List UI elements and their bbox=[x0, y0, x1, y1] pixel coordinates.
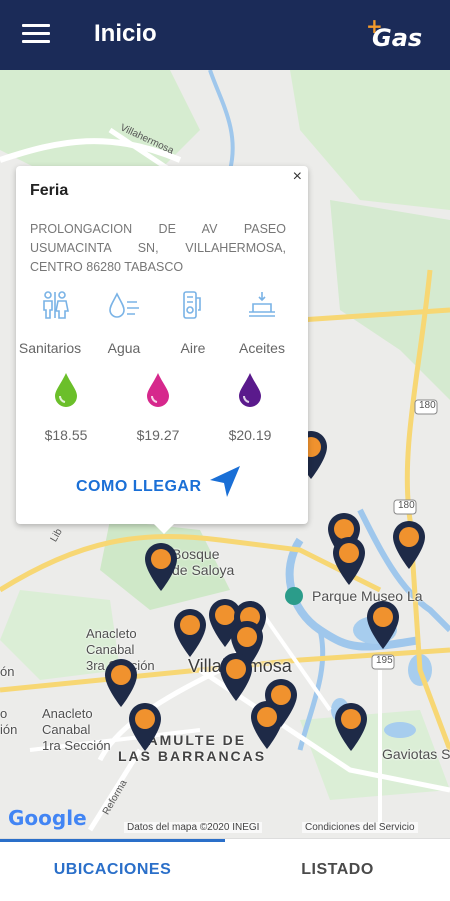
gas-station-pin[interactable] bbox=[173, 608, 207, 658]
map-label-bosque: Bosque de Saloya bbox=[172, 546, 235, 578]
station-name: Feria bbox=[30, 182, 69, 199]
card-pointer bbox=[154, 524, 174, 534]
menu-icon[interactable] bbox=[22, 24, 50, 44]
gas-station-pin[interactable] bbox=[144, 542, 178, 592]
gas-station-pin[interactable] bbox=[128, 702, 162, 752]
tab-ubicaciones[interactable]: UBICACIONES bbox=[0, 839, 225, 901]
shield-label: 180 bbox=[398, 500, 415, 511]
google-logo-text: Google bbox=[8, 806, 87, 830]
service-label-sanitarios: Sanitarios bbox=[18, 340, 82, 356]
service-label-aceites: Aceites bbox=[239, 340, 285, 356]
gas-station-pin[interactable] bbox=[104, 658, 138, 708]
app-bar: Inicio + Gas bbox=[0, 0, 450, 70]
fuel-price-magenta: $19.27 bbox=[136, 427, 180, 443]
fuel-price-green: $18.55 bbox=[44, 427, 88, 443]
page-title: Inicio bbox=[94, 20, 157, 47]
station-address: PROLONGACION DE AV PASEO USUMACINTA SN, … bbox=[30, 222, 286, 274]
oil-icon bbox=[249, 292, 275, 317]
directions-label: COMO LLEGAR bbox=[76, 478, 202, 495]
service-label-agua: Agua bbox=[107, 340, 141, 356]
water-icon bbox=[109, 292, 139, 318]
gas-station-pin[interactable] bbox=[334, 702, 368, 752]
station-info-card: × Feria PROLONGACION DE AV PASEO USUMACI… bbox=[16, 166, 308, 534]
close-icon[interactable]: × bbox=[293, 168, 302, 186]
tab-listado[interactable]: LISTADO bbox=[225, 839, 450, 901]
map-label-edge: o ión bbox=[0, 706, 18, 737]
fuel-price-purple: $20.19 bbox=[228, 427, 272, 443]
map-terms-link[interactable]: Condiciones del Servicio bbox=[302, 822, 418, 833]
google-logo: Google bbox=[8, 806, 87, 830]
navigation-arrow-icon bbox=[210, 466, 240, 497]
map-label-anacleto-1ra: Anacleto Canabal 1ra Sección bbox=[42, 706, 111, 753]
app-logo: + Gas bbox=[366, 14, 430, 56]
logo-text: Gas bbox=[372, 24, 423, 52]
air-icon bbox=[183, 291, 201, 319]
gas-station-pin[interactable] bbox=[392, 520, 426, 570]
shield-label: 180 bbox=[419, 400, 436, 411]
fuel-drop-green-icon bbox=[55, 373, 77, 407]
gas-station-pin[interactable] bbox=[366, 600, 400, 650]
directions-button[interactable]: COMO LLEGAR bbox=[76, 464, 246, 500]
service-label-aire: Aire bbox=[180, 340, 206, 356]
map-label-edge: ón bbox=[0, 664, 15, 679]
gas-station-pin[interactable] bbox=[219, 652, 253, 702]
fuel-drop-purple-icon bbox=[239, 373, 261, 407]
bottom-tab-bar: UBICACIONES LISTADO bbox=[0, 838, 450, 901]
gas-station-pin[interactable] bbox=[250, 700, 284, 750]
gas-station-pin[interactable] bbox=[332, 536, 366, 586]
fuel-drop-magenta-icon bbox=[147, 373, 169, 407]
shield-label: 195 bbox=[376, 655, 393, 666]
map-attribution: Datos del mapa ©2020 INEGI bbox=[124, 822, 263, 833]
restroom-icon bbox=[43, 291, 69, 319]
map-label-gaviotas: Gaviotas Su bbox=[382, 746, 450, 762]
